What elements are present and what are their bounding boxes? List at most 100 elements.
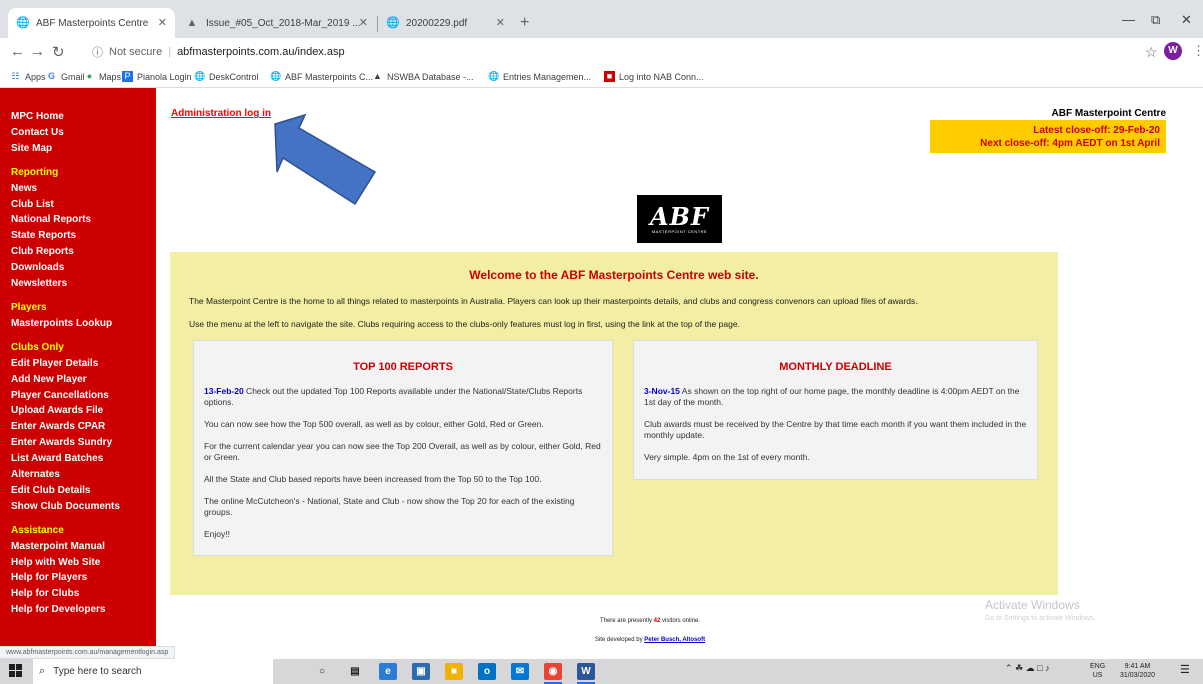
sidebar-item-newsletters[interactable]: Newsletters	[11, 276, 156, 292]
bookmark-maps[interactable]: ● Maps	[84, 71, 121, 82]
address-bar[interactable]: ⓘ Not secure | abfmasterpoints.com.au/in…	[92, 41, 1092, 63]
sidebar-item-upload-awards-file[interactable]: Upload Awards File	[11, 403, 156, 419]
deadline-text: As shown on the top right of our home pa…	[644, 386, 1020, 407]
sidebar-item-masterpoints-lookup[interactable]: Masterpoints Lookup	[11, 316, 156, 332]
close-icon[interactable]: ✕	[359, 16, 368, 29]
language-indicator[interactable]: ENG US	[1090, 662, 1105, 680]
bookmark-star-icon[interactable]: ☆	[1145, 44, 1158, 61]
deadline-para: Club awards must be received by the Cent…	[644, 419, 1027, 440]
word-icon[interactable]: W	[577, 663, 595, 684]
mail-icon[interactable]: ✉	[511, 663, 529, 680]
bookmark-deskcontrol[interactable]: 🌐 DeskControl	[194, 71, 259, 82]
system-tray[interactable]: ⌃ ☘ ☁ □ ♪	[1005, 663, 1050, 674]
task-view-icon[interactable]: ▤	[346, 663, 364, 680]
sidebar-item-help-web-site[interactable]: Help with Web Site	[11, 555, 156, 571]
bookmark-label: ABF Masterpoints C...	[285, 71, 374, 82]
sidebar-item-state-reports[interactable]: State Reports	[11, 228, 156, 244]
close-window-icon[interactable]: ✕	[1181, 12, 1192, 28]
sidebar-item-mpc-home[interactable]: MPC Home	[11, 109, 156, 125]
activate-windows-watermark: Activate Windows	[985, 598, 1080, 612]
bookmark-label: Log into NAB Conn...	[619, 71, 704, 82]
file-explorer-icon[interactable]: ■	[445, 663, 463, 680]
sidebar-item-national-reports[interactable]: National Reports	[11, 212, 156, 228]
onedrive-icon[interactable]: ☁	[1026, 663, 1035, 673]
info-icon[interactable]: ⓘ	[92, 44, 103, 60]
edge-icon[interactable]: e	[379, 663, 397, 680]
logo-text: ABF	[650, 201, 709, 231]
sidebar-item-edit-player-details[interactable]: Edit Player Details	[11, 356, 156, 372]
visitors-text: There are presently	[599, 618, 654, 624]
chrome-icon[interactable]: ◉	[544, 663, 562, 684]
deadline-news: 3-Nov-15 As shown on the top right of ou…	[644, 386, 1027, 408]
volume-icon[interactable]: ♪	[1045, 663, 1050, 673]
bookmark-entries[interactable]: 🌐 Entries Managemen...	[488, 71, 591, 82]
windows-start-icon[interactable]	[9, 664, 23, 678]
sidebar-item-edit-club-details[interactable]: Edit Club Details	[11, 483, 156, 499]
reload-icon[interactable]: ↻	[52, 43, 65, 61]
profile-avatar[interactable]: W	[1164, 42, 1182, 60]
closeoff-panel: Latest close-off: 29-Feb-20 Next close-o…	[930, 120, 1166, 153]
url-text: abfmasterpoints.com.au/index.asp	[177, 46, 345, 58]
store-icon[interactable]: ▣	[412, 663, 430, 680]
close-icon[interactable]: ✕	[496, 16, 505, 29]
sidebar-item-help-clubs[interactable]: Help for Clubs	[11, 586, 156, 602]
sidebar-item-show-club-documents[interactable]: Show Club Documents	[11, 499, 156, 515]
new-tab-button[interactable]: +	[520, 14, 529, 32]
bookmark-abf[interactable]: 🌐 ABF Masterpoints C...	[270, 71, 373, 82]
bookmark-nswba[interactable]: ▲ NSWBA Database -...	[372, 71, 474, 82]
deadline-date: 3-Nov-15	[644, 386, 680, 396]
bookmark-pianola[interactable]: P Pianola Login	[122, 71, 192, 82]
forward-arrow-icon[interactable]: →	[30, 43, 45, 60]
bookmark-apps[interactable]: ☷ Apps	[10, 71, 45, 82]
tab-issue-05[interactable]: ▲ Issue_#05_Oct_2018-Mar_2019 ... ✕	[178, 8, 376, 38]
deadline-para: Very simple. 4pm on the 1st of every mon…	[644, 452, 810, 462]
tab-abf-masterpoints[interactable]: 🌐 ABF Masterpoints Centre ✕	[8, 8, 175, 38]
restore-icon[interactable]: ⧉	[1151, 12, 1160, 28]
bookmarks-bar: ☷ Apps G Gmail ● Maps P Pianola Login 🌐 DeskC…	[0, 66, 1203, 88]
sidebar-item-list-award-batches[interactable]: List Award Batches	[11, 451, 156, 467]
deadline-card: MONTHLY DEADLINE 3-Nov-15 As shown on th…	[633, 340, 1038, 480]
top100-news: 13-Feb-20 Check out the updated Top 100 …	[204, 386, 602, 408]
network-icon[interactable]: □	[1037, 663, 1042, 673]
sidebar-item-contact-us[interactable]: Contact Us	[11, 125, 156, 141]
developer-link[interactable]: Peter Busch, Altosoft	[644, 637, 705, 643]
bookmark-nab[interactable]: ■ Log into NAB Conn...	[604, 71, 704, 82]
sidebar-item-alternates[interactable]: Alternates	[11, 467, 156, 483]
visitors-text: visitors online.	[660, 618, 701, 624]
sidebar-item-news[interactable]: News	[11, 181, 156, 197]
clock-date: 31/03/2020	[1120, 672, 1156, 679]
notifications-icon[interactable]: ☰	[1180, 663, 1194, 679]
menu-kebab-icon[interactable]: ⋮	[1192, 43, 1203, 59]
chevron-up-icon[interactable]: ⌃	[1005, 663, 1013, 673]
visitors-online: There are presently 42 visitors online.	[540, 618, 760, 624]
sidebar-item-site-map[interactable]: Site Map	[11, 141, 156, 157]
close-icon[interactable]: ✕	[158, 16, 167, 29]
outlook-icon[interactable]: o	[478, 663, 496, 680]
sidebar-item-masterpoint-manual[interactable]: Masterpoint Manual	[11, 539, 156, 555]
sidebar-item-enter-awards-cpar[interactable]: Enter Awards CPAR	[11, 419, 156, 435]
activate-windows-subtext: Go to Settings to activate Windows.	[985, 615, 1096, 622]
bookmark-label: DeskControl	[209, 71, 259, 82]
sidebar-item-enter-awards-sundry[interactable]: Enter Awards Sundry	[11, 435, 156, 451]
minimize-icon[interactable]: —	[1122, 12, 1135, 27]
sidebar-item-add-new-player[interactable]: Add New Player	[11, 372, 156, 388]
language-code: ENG	[1090, 663, 1106, 670]
people-icon[interactable]: ☘	[1015, 663, 1023, 673]
tab-pdf[interactable]: 🌐 20200229.pdf ✕	[378, 8, 513, 38]
google-icon: G	[47, 71, 55, 81]
back-arrow-icon[interactable]: ←	[10, 43, 25, 60]
search-icon: ⌕	[39, 665, 46, 677]
sidebar-item-downloads[interactable]: Downloads	[11, 260, 156, 276]
sidebar-item-club-list[interactable]: Club List	[11, 197, 156, 213]
sidebar-item-player-cancellations[interactable]: Player Cancellations	[11, 388, 156, 404]
system-clock[interactable]: 9:41 AM 31/03/2020	[1120, 662, 1155, 680]
taskbar-search-input[interactable]: ⌕ Type here to search	[33, 659, 273, 684]
next-closeoff: Next close-off: 4pm AEDT on 1st April	[980, 138, 1160, 149]
bookmark-gmail[interactable]: G Gmail	[46, 71, 85, 82]
sidebar-item-club-reports[interactable]: Club Reports	[11, 244, 156, 260]
cortana-icon[interactable]: ○	[313, 663, 331, 680]
globe-icon: 🌐	[386, 17, 400, 29]
sidebar-item-help-developers[interactable]: Help for Developers	[11, 602, 156, 618]
sidebar-item-help-players[interactable]: Help for Players	[11, 570, 156, 586]
status-url: www.abfmasterpoints.com.au/managementlog…	[0, 646, 176, 659]
